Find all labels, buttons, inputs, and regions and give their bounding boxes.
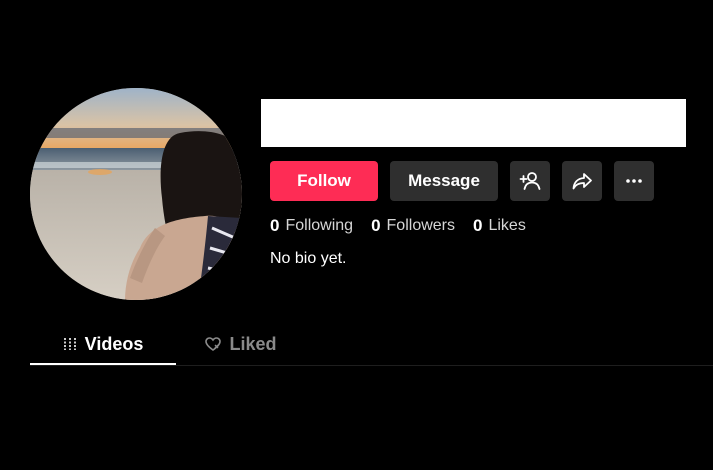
avatar-photo (30, 88, 242, 300)
following-count: 0 (270, 216, 280, 235)
more-icon (623, 170, 645, 192)
likes-count: 0 (473, 216, 483, 235)
followers-stat[interactable]: 0 Followers (371, 216, 455, 236)
message-button[interactable]: Message (390, 161, 498, 201)
tab-videos-label: Videos (84, 333, 144, 354)
profile-tabs: Videos Liked (30, 325, 713, 366)
tab-videos[interactable]: Videos (30, 325, 176, 365)
profile-bio: No bio yet. (270, 250, 347, 267)
heart-icon (205, 336, 222, 352)
grid-icon (63, 337, 77, 351)
add-friend-button[interactable] (510, 161, 550, 201)
profile-stats: 0 Following 0 Followers 0 Likes (270, 215, 544, 237)
more-options-button[interactable] (614, 161, 654, 201)
likes-stat: 0 Likes (473, 216, 526, 236)
followers-count: 0 (371, 216, 381, 235)
avatar[interactable] (30, 88, 242, 300)
tab-liked[interactable]: Liked (176, 325, 306, 363)
share-button[interactable] (562, 161, 602, 201)
follow-button-label: Follow (297, 171, 351, 190)
following-label: Following (285, 217, 354, 234)
share-icon (571, 170, 593, 192)
username-redacted (261, 99, 686, 147)
tab-liked-label: Liked (229, 333, 277, 354)
message-button-label: Message (408, 171, 480, 190)
followers-label: Followers (386, 217, 455, 234)
follow-button[interactable]: Follow (270, 161, 378, 201)
likes-label: Likes (488, 217, 526, 234)
following-stat[interactable]: 0 Following (270, 216, 353, 236)
add-user-icon (519, 170, 541, 192)
